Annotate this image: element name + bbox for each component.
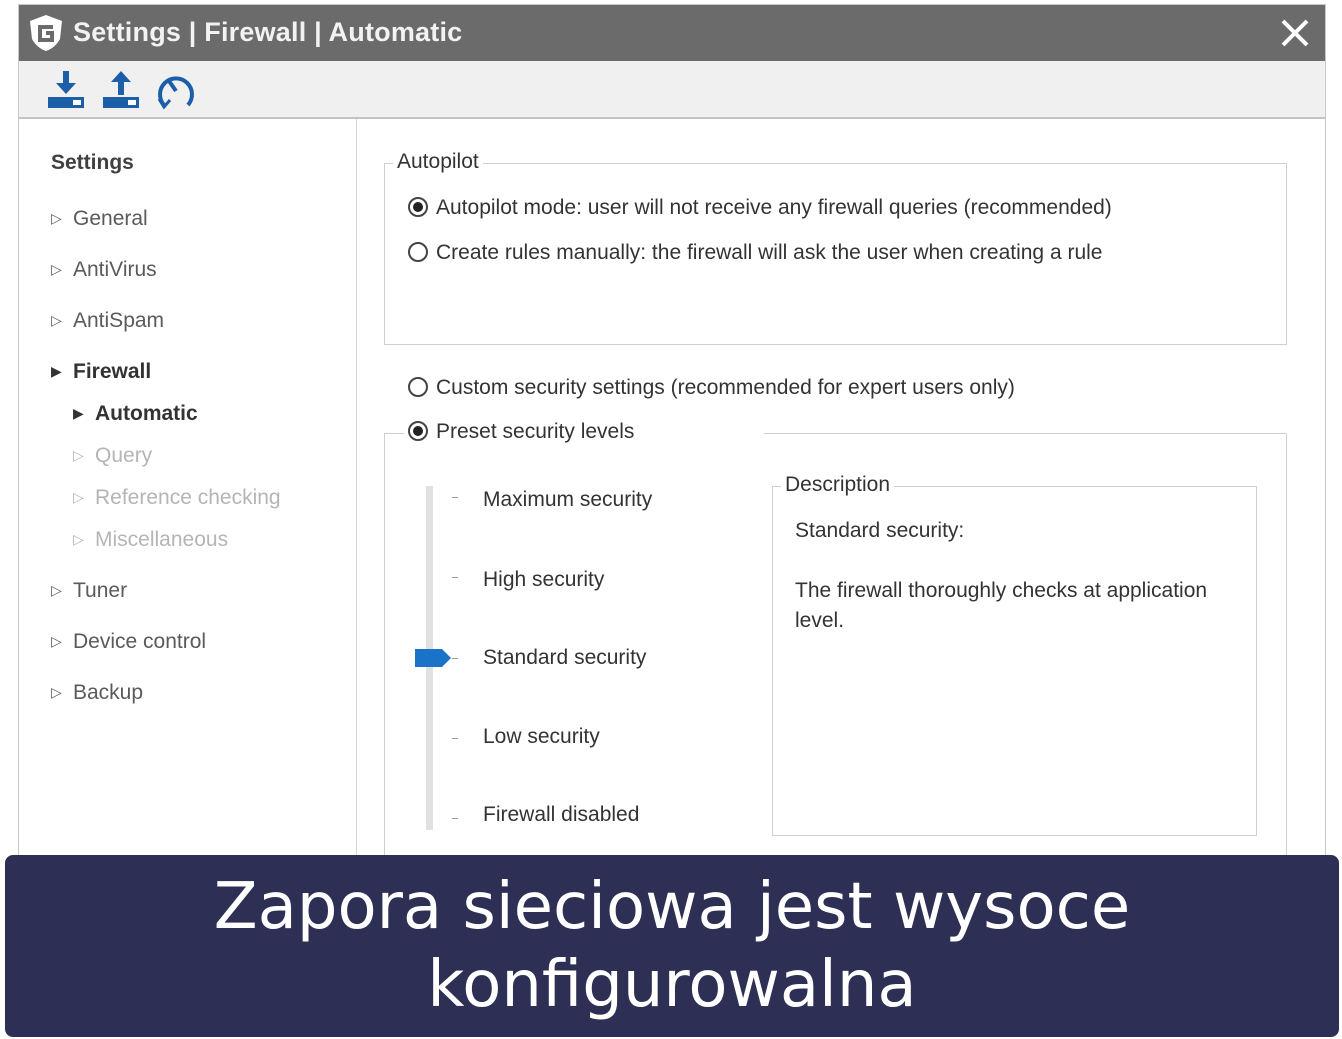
radio-checked-icon	[408, 421, 428, 441]
sidebar-item-firewall[interactable]: ▶ Firewall	[51, 360, 151, 384]
radio-checked-icon	[408, 197, 428, 217]
close-icon[interactable]	[1277, 15, 1313, 51]
sidebar-heading: Settings	[51, 151, 134, 174]
sidebar-item-automatic[interactable]: ▶ Automatic	[73, 402, 198, 426]
expand-arrow-icon: ▷	[51, 210, 62, 226]
settings-sidebar: Settings ▷ General ▷ AntiVirus ▷ AntiSpam ▶…	[19, 119, 357, 859]
expand-arrow-icon: ▷	[51, 582, 62, 598]
restore-defaults-icon[interactable]	[155, 69, 197, 111]
sidebar-item-device-control[interactable]: ▷ Device control	[51, 630, 206, 654]
slider-tick	[452, 658, 458, 659]
slider-tick	[452, 818, 458, 819]
autopilot-mode-radio[interactable]: Autopilot mode: user will not receive an…	[408, 196, 1112, 220]
slider-tick	[452, 497, 458, 498]
expand-arrow-icon: ▷	[51, 261, 62, 277]
expanded-arrow-icon: ▶	[51, 363, 62, 379]
level-maximum-security[interactable]: Maximum security	[483, 488, 652, 512]
expand-arrow-icon: ▷	[51, 684, 62, 700]
sidebar-item-backup[interactable]: ▷ Backup	[51, 681, 143, 705]
export-icon[interactable]	[100, 69, 142, 111]
level-low-security[interactable]: Low security	[483, 725, 600, 749]
gdata-logo-icon	[30, 15, 62, 51]
sidebar-item-general[interactable]: ▷ General	[51, 207, 148, 231]
title-bar: Settings | Firewall | Automatic	[19, 5, 1325, 61]
radio-unchecked-icon	[408, 377, 428, 397]
expand-arrow-icon: ▷	[73, 489, 84, 505]
import-icon[interactable]	[45, 69, 87, 111]
toolbar	[19, 61, 1325, 119]
level-standard-security[interactable]: Standard security	[483, 646, 646, 670]
sidebar-item-antivirus[interactable]: ▷ AntiVirus	[51, 258, 157, 282]
radio-unchecked-icon	[408, 242, 428, 262]
custom-security-radio[interactable]: Custom security settings (recommended fo…	[408, 376, 1015, 400]
selected-arrow-icon: ▶	[73, 405, 84, 421]
level-high-security[interactable]: High security	[483, 568, 604, 592]
sidebar-item-reference-checking: ▷ Reference checking	[73, 486, 281, 509]
preset-levels-radio[interactable]: Preset security levels	[404, 420, 764, 444]
description-title: Standard security:	[795, 519, 965, 542]
expand-arrow-icon: ▷	[73, 531, 84, 547]
description-legend: Description	[781, 473, 895, 497]
sidebar-item-antispam[interactable]: ▷ AntiSpam	[51, 309, 164, 333]
level-firewall-disabled[interactable]: Firewall disabled	[483, 803, 639, 827]
slider-tick	[452, 738, 458, 739]
sidebar-item-tuner[interactable]: ▷ Tuner	[51, 579, 127, 603]
window-title: Settings | Firewall | Automatic	[73, 17, 463, 47]
security-level-slider-thumb[interactable]	[414, 647, 452, 669]
manual-rules-radio[interactable]: Create rules manually: the firewall will…	[408, 241, 1102, 265]
autopilot-legend: Autopilot	[393, 150, 483, 174]
expand-arrow-icon: ▷	[51, 633, 62, 649]
expand-arrow-icon: ▷	[51, 312, 62, 328]
sidebar-item-miscellaneous: ▷ Miscellaneous	[73, 528, 229, 551]
slider-tick	[452, 577, 458, 578]
description-body: The firewall thoroughly checks at applic…	[795, 579, 1208, 632]
sidebar-item-query: ▷ Query	[73, 444, 153, 467]
caption-banner: Zapora sieciowa jest wysoce konfigurowal…	[5, 855, 1339, 1037]
expand-arrow-icon: ▷	[73, 447, 84, 463]
caption-text: Zapora sieciowa jest wysoce konfigurowal…	[213, 870, 1131, 1022]
